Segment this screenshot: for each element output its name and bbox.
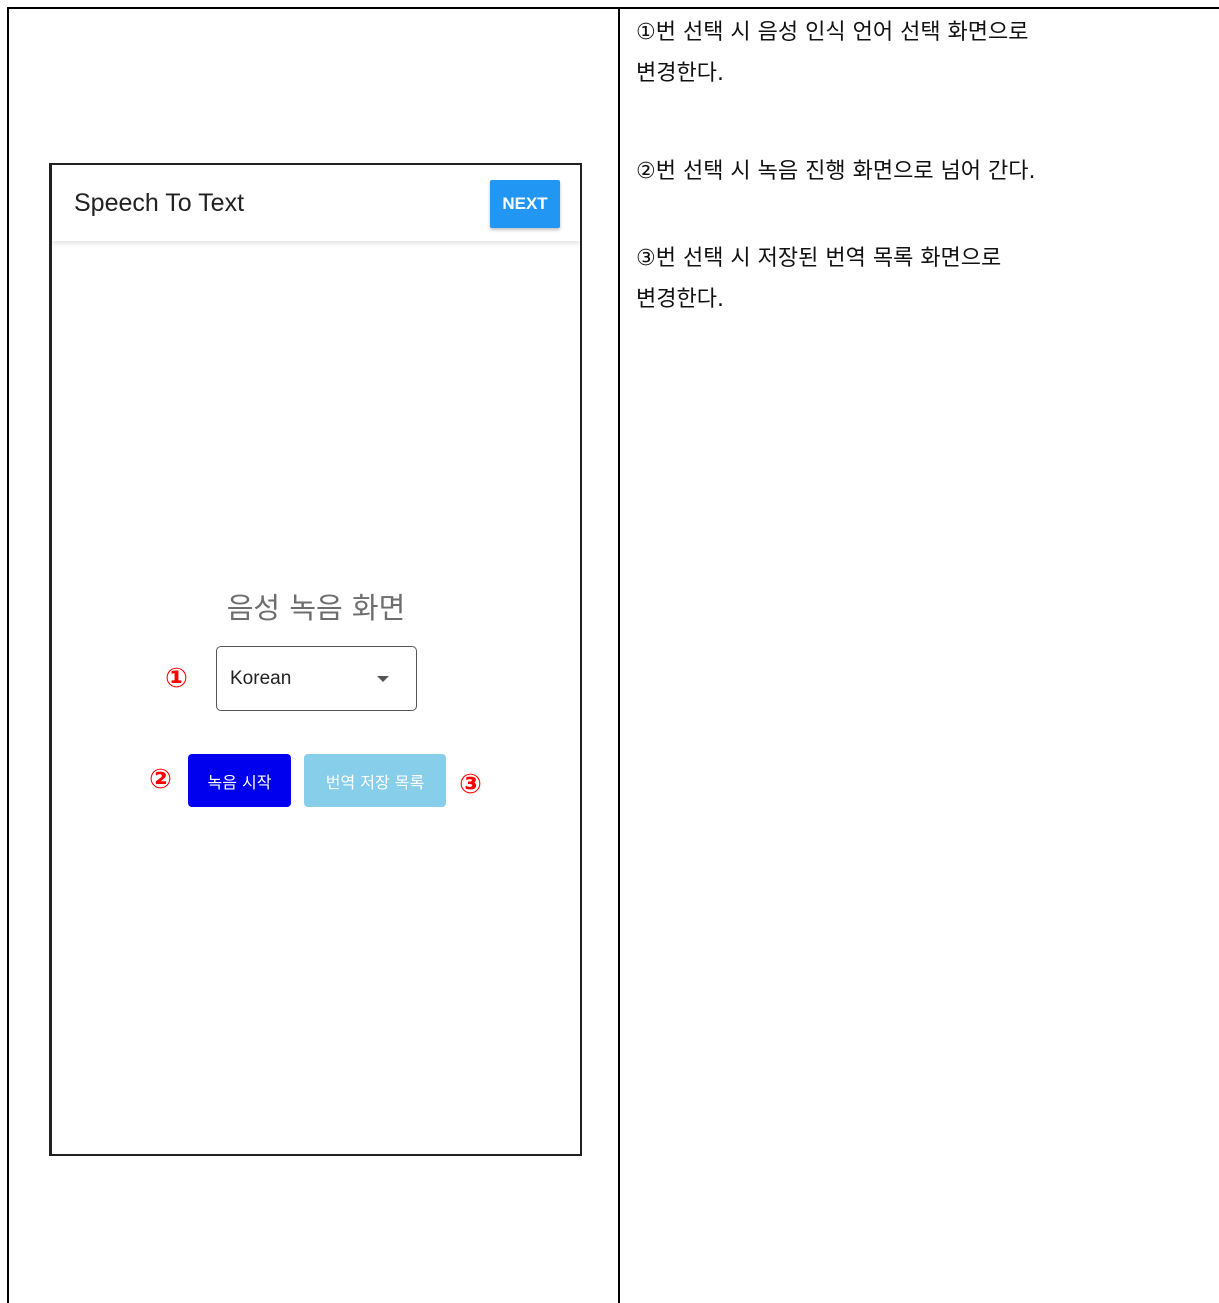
start-recording-button[interactable]: 녹음 시작 [188, 754, 291, 807]
app-title: Speech To Text [74, 189, 245, 217]
language-select[interactable]: Korean [216, 646, 417, 711]
description-1-line-2: 변경한다. [636, 61, 724, 86]
document-table: Speech To Text NEXT 음성 녹음 화면 ① Korean ② … [0, 0, 1219, 1303]
table-border-top [7, 7, 1219, 9]
language-select-value: Korean [230, 668, 292, 689]
description-1: ①번 선택 시 음성 인식 언어 선택 화면으로 변경한다. [636, 12, 1206, 94]
chevron-down-icon [377, 676, 389, 682]
description-1-line-1: ①번 선택 시 음성 인식 언어 선택 화면으로 [636, 20, 1029, 45]
next-button[interactable]: NEXT [490, 180, 560, 228]
table-border-left [7, 7, 9, 1303]
description-3: ③번 선택 시 저장된 번역 목록 화면으로 변경한다. [636, 238, 1206, 320]
description-2: ②번 선택 시 녹음 진행 화면으로 넘어 간다. [636, 151, 1206, 192]
description-2-line-1: ②번 선택 시 녹음 진행 화면으로 넘어 간다. [636, 159, 1036, 184]
description-3-line-1: ③번 선택 시 저장된 번역 목록 화면으로 [636, 246, 1002, 271]
description-3-line-2: 변경한다. [636, 287, 724, 312]
saved-translations-button[interactable]: 번역 저장 목록 [304, 754, 446, 807]
table-column-divider [618, 7, 620, 1303]
phone-screen-mockup: Speech To Text NEXT 음성 녹음 화면 ① Korean ② … [49, 163, 582, 1156]
app-bar: Speech To Text NEXT [52, 165, 580, 241]
marker-1: ① [165, 663, 188, 694]
screen-heading: 음성 녹음 화면 [226, 591, 406, 625]
marker-2: ② [149, 764, 172, 795]
marker-3: ③ [459, 769, 482, 800]
